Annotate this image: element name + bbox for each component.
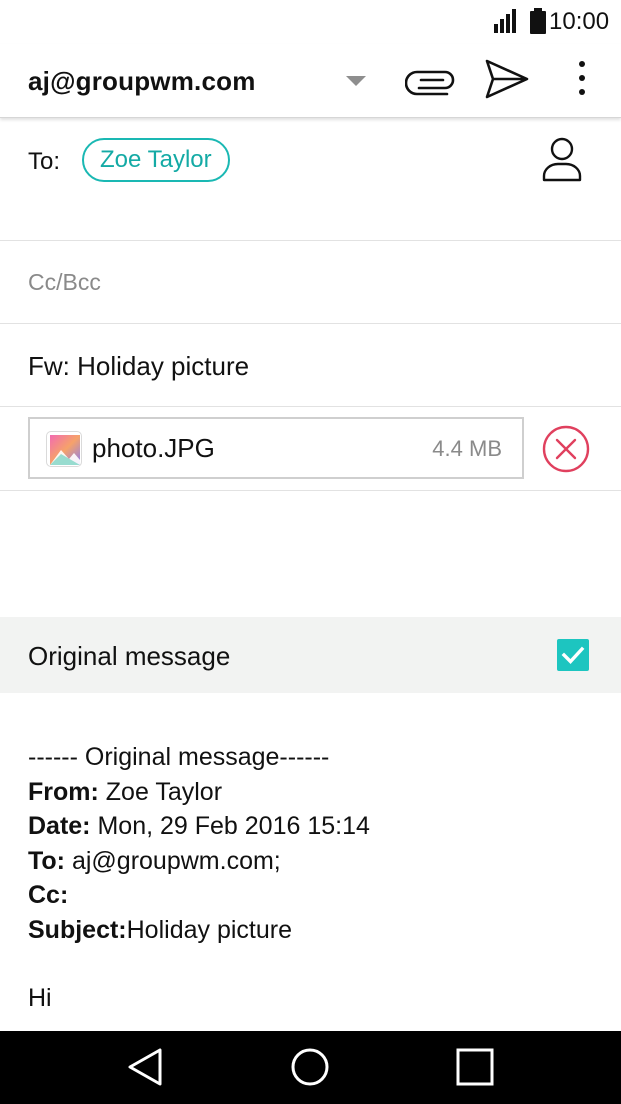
quoted-from-label: From: xyxy=(28,777,99,806)
quoted-subject-label: Subject: xyxy=(28,915,127,944)
quoted-cc-label: Cc: xyxy=(28,881,69,909)
more-vert-icon[interactable] xyxy=(566,58,598,104)
original-message-toggle[interactable]: Original message xyxy=(0,617,621,693)
signal-bars-icon xyxy=(494,9,516,33)
back-icon[interactable] xyxy=(126,1047,166,1087)
to-label: To: xyxy=(28,148,61,175)
remove-attachment-icon[interactable] xyxy=(542,425,590,473)
quoted-date-value: Mon, 29 Feb 2016 15:14 xyxy=(90,812,370,840)
quoted-date-label: Date: xyxy=(28,812,91,840)
battery-icon xyxy=(530,8,546,34)
clock: 10:00 xyxy=(549,8,610,35)
account-selector[interactable]: aj@groupwm.com xyxy=(28,66,256,97)
quoted-to-value: aj@groupwm.com; xyxy=(65,846,281,875)
original-message-label: Original message xyxy=(28,641,231,671)
home-icon[interactable] xyxy=(290,1047,330,1087)
recent-apps-icon[interactable] xyxy=(456,1048,494,1086)
contact-picker-icon[interactable] xyxy=(538,136,586,182)
quoted-cc: Cc: xyxy=(28,878,370,913)
quoted-date: Date: Mon, 29 Feb 2016 15:14 xyxy=(28,809,370,844)
dropdown-arrow-icon[interactable] xyxy=(346,76,366,86)
attachment-row: photo.JPG 4.4 MB xyxy=(0,407,621,491)
attach-icon[interactable] xyxy=(405,62,457,98)
quoted-header-line: ------ Original message------ xyxy=(28,743,330,771)
status-bar: 10:00 xyxy=(0,0,621,44)
attachment-item[interactable]: photo.JPG 4.4 MB xyxy=(28,417,524,479)
quoted-from-value: Zoe Taylor xyxy=(98,777,223,806)
quoted-subject: Subject:Holiday picture xyxy=(28,913,370,948)
compose-toolbar: aj@groupwm.com xyxy=(0,44,621,118)
quoted-to-label: To: xyxy=(28,846,66,875)
attachment-size: 4.4 MB xyxy=(432,436,502,461)
cc-bcc-field[interactable]: Cc/Bcc xyxy=(28,269,101,296)
checkmark-icon xyxy=(561,646,585,664)
to-row: To: Zoe Taylor xyxy=(0,118,621,241)
send-icon[interactable] xyxy=(482,56,532,102)
subject-field[interactable]: Fw: Holiday picture xyxy=(28,351,249,382)
quoted-from: From: Zoe Taylor xyxy=(28,775,370,810)
quoted-message[interactable]: ------ Original message------ From: Zoe … xyxy=(28,740,370,947)
subject-row[interactable]: Fw: Holiday picture xyxy=(0,324,621,407)
photo-icon xyxy=(46,431,82,467)
quoted-subject-value: Holiday picture xyxy=(126,915,292,944)
quoted-to: To: aj@groupwm.com; xyxy=(28,844,370,879)
include-original-checkbox[interactable] xyxy=(557,639,589,671)
attachment-name: photo.JPG xyxy=(92,433,215,463)
recipient-chip[interactable]: Zoe Taylor xyxy=(82,138,230,182)
cc-bcc-row[interactable]: Cc/Bcc xyxy=(0,241,621,324)
quoted-greeting: Hi xyxy=(28,984,52,1012)
system-nav-bar xyxy=(0,1031,621,1104)
